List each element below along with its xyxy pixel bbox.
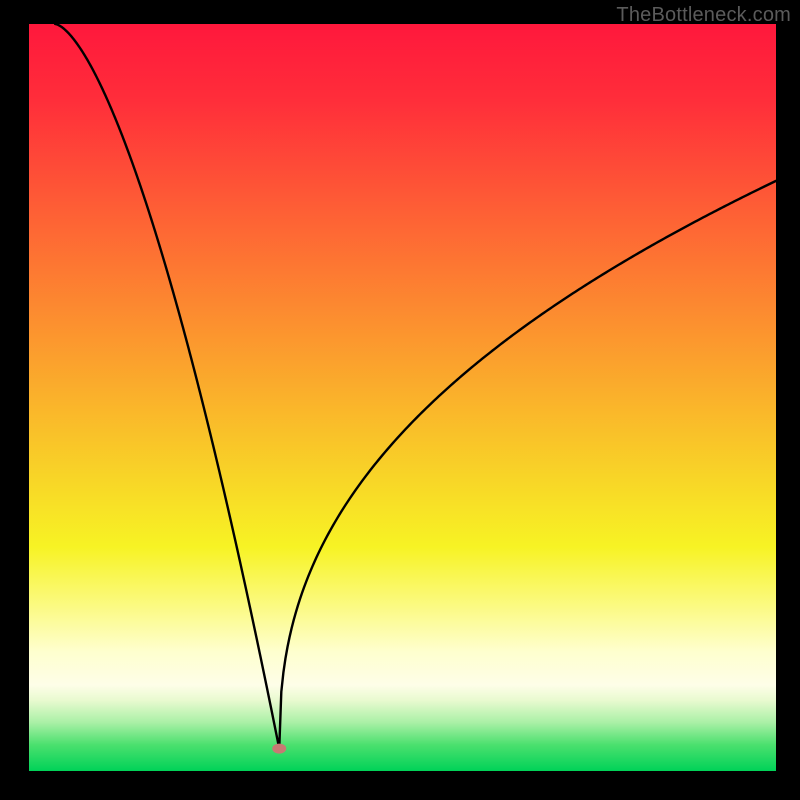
watermark-text: TheBottleneck.com	[616, 4, 791, 27]
plot-background	[29, 24, 776, 771]
bottleneck-plot	[29, 24, 776, 771]
chart-frame: TheBottleneck.com	[0, 0, 800, 800]
optimum-marker	[272, 744, 286, 754]
